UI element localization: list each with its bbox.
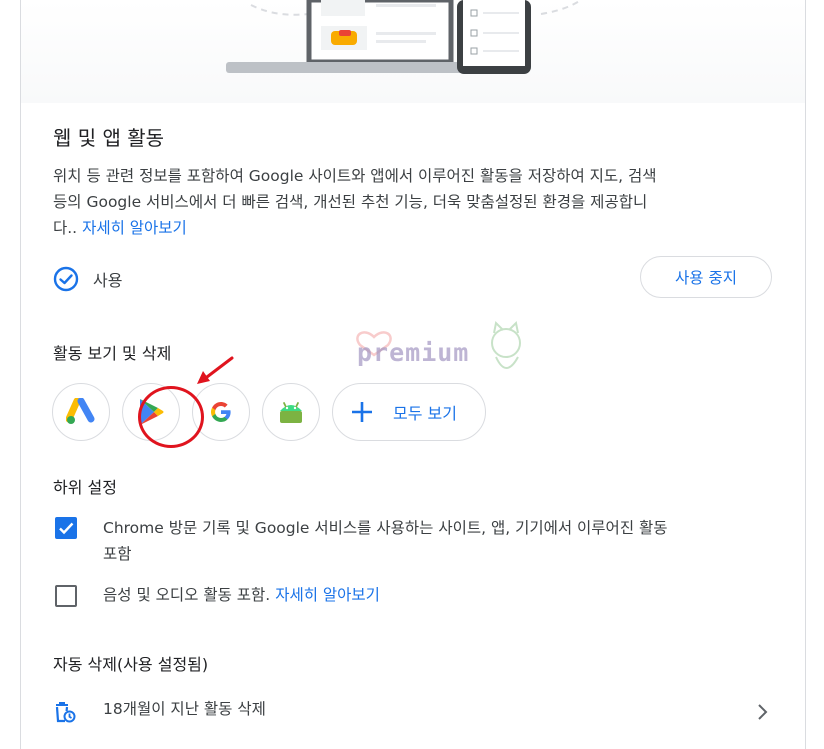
devices-illustration (226, 0, 582, 74)
auto-delete-label: 자동 삭제(사용 설정됨) (53, 655, 209, 674)
sub-settings-label: 하위 설정 (53, 478, 117, 497)
auto-delete-icon[interactable] (53, 700, 77, 724)
chrome-history-checkbox[interactable] (55, 517, 77, 539)
audio-activity-checkbox[interactable] (55, 585, 77, 607)
auto-delete-item[interactable]: 18개월이 지난 활동 삭제 (103, 697, 266, 719)
activity-label: 활동 보기 및 삭제 (53, 344, 172, 363)
chevron-right-icon[interactable] (754, 702, 770, 722)
section-description: 위치 등 관련 정보를 포함하여 Google 사이트와 앱에서 이루어진 활동… (53, 163, 783, 241)
premium-watermark-text: premium (357, 338, 470, 367)
pause-button[interactable]: 사용 중지 (640, 256, 772, 298)
android-icon (280, 402, 302, 423)
description-line: 위치 등 관련 정보를 포함하여 Google 사이트와 앱에서 이루어진 활동… (53, 167, 657, 185)
checkmark-icon (59, 522, 74, 535)
audio-learn-more-link[interactable]: 자세히 알아보기 (275, 586, 380, 604)
see-all-label: 모두 보기 (393, 404, 457, 423)
android-button[interactable] (262, 383, 320, 441)
activity-card: 웹 및 앱 활동 위치 등 관련 정보를 포함하여 Google 사이트와 앱에… (20, 0, 806, 749)
annotation-arrow-icon (197, 356, 234, 384)
annotation-circle (138, 386, 204, 448)
chrome-history-line: Chrome 방문 기록 및 Google 서비스를 사용하는 사이트, 앱, … (103, 519, 668, 537)
chrome-history-text: Chrome 방문 기록 및 Google 서비스를 사용하는 사이트, 앱, … (103, 515, 783, 567)
learn-more-link[interactable]: 자세히 알아보기 (82, 219, 187, 237)
check-circle-icon (53, 266, 79, 292)
google-g-icon (211, 402, 231, 422)
plus-icon (352, 402, 372, 422)
status-label: 사용 (93, 271, 123, 290)
google-ads-button[interactable] (52, 383, 110, 441)
section-title: 웹 및 앱 활동 (53, 126, 165, 150)
description-end: 다.. (53, 219, 78, 237)
description-line: 등의 Google 서비스에서 더 빠른 검색, 개선된 추천 기능, 더욱 맞… (53, 193, 648, 211)
hero-illustration (21, 0, 805, 103)
description-line: 다.. 자세히 알아보기 (53, 215, 783, 241)
audio-activity-label: 음성 및 오디오 활동 포함. (103, 586, 271, 604)
see-all-button[interactable]: 모두 보기 (332, 383, 486, 441)
chrome-history-line: 포함 (103, 545, 132, 563)
google-ads-icon (66, 398, 95, 424)
audio-activity-text: 음성 및 오디오 활동 포함. 자세히 알아보기 (103, 582, 783, 608)
